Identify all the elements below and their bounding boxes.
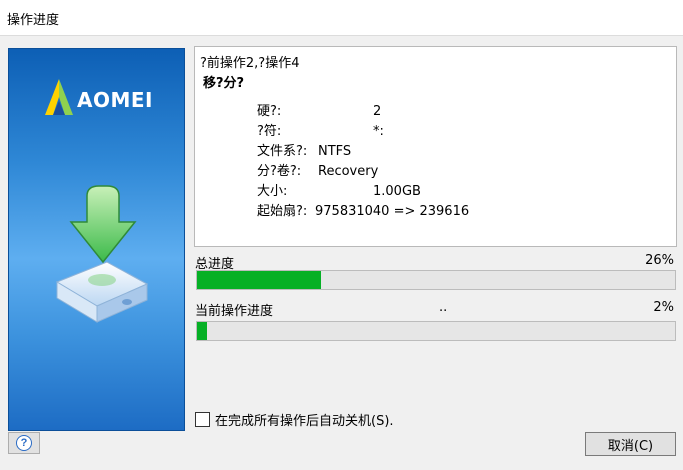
- detail-row-start-sector: 起始扇?: 975831040 => 239616: [257, 204, 470, 219]
- dialog-client: AOMEI ?前操作2,?操作4 移?分? 硬?: 2 ?符: *: 文件系?:…: [0, 36, 683, 470]
- aomei-banner: AOMEI: [8, 48, 185, 431]
- current-progress-label: 当前操作进度: [195, 304, 274, 319]
- detail-row-disk: 硬?: 2: [257, 104, 382, 119]
- brand-name: AOMEI: [77, 88, 153, 112]
- total-progress-fill: [197, 271, 322, 289]
- help-icon: ?: [16, 435, 32, 451]
- detail-row-file-system: 文件系?: NTFS: [257, 144, 352, 159]
- current-progress-bar: [196, 321, 676, 341]
- detail-row-drive-letter: ?符: *:: [257, 124, 384, 139]
- aomei-logo-icon: [45, 79, 73, 115]
- shutdown-option[interactable]: 在完成所有操作后自动关机(S).: [195, 410, 394, 429]
- window-title: 操作进度: [7, 13, 60, 28]
- detail-row-volume-label: 分?卷?: Recovery: [257, 164, 379, 179]
- total-progress-percent: 26%: [645, 253, 674, 268]
- shutdown-label[interactable]: 在完成所有操作后自动关机(S).: [215, 410, 394, 429]
- help-button[interactable]: ?: [8, 432, 40, 454]
- current-progress-percent: 2%: [653, 300, 674, 315]
- current-progress-status: ..: [439, 300, 448, 315]
- disk-download-icon: [55, 185, 149, 323]
- operation-count-text: ?前操作2,?操作4: [200, 56, 300, 71]
- operation-type-text: 移?分?: [203, 76, 245, 91]
- current-progress-fill: [197, 322, 207, 340]
- current-progress-label-row: 当前操作进度 .. 2%: [195, 300, 677, 319]
- cancel-button[interactable]: 取消(C): [585, 432, 676, 456]
- detail-row-size: 大小: 1.00GB: [257, 184, 421, 199]
- title-bar: 操作进度: [0, 0, 683, 36]
- total-progress-bar: [196, 270, 676, 290]
- operation-details-panel: ?前操作2,?操作4 移?分? 硬?: 2 ?符: *: 文件系?: NTFS 分?卷…: [194, 46, 677, 247]
- shutdown-checkbox[interactable]: [195, 412, 210, 427]
